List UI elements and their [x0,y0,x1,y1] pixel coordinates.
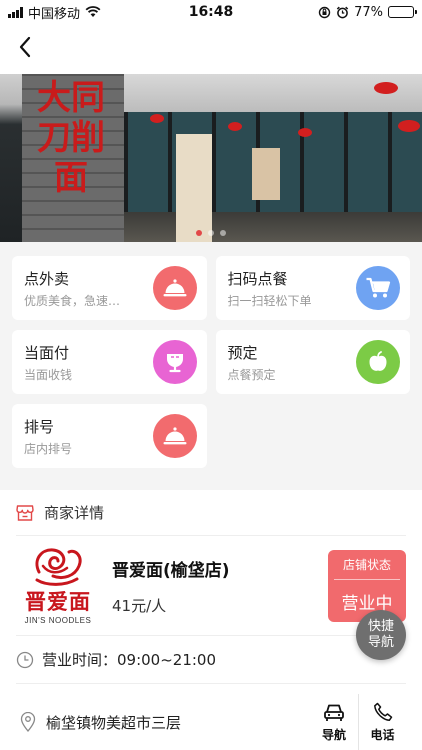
carousel-dot[interactable] [220,230,226,236]
service-tile[interactable]: 预定 点餐预定 [215,330,410,394]
carousel-dot[interactable] [208,230,214,236]
merchant-price: 41元/人 [112,596,167,615]
service-tile[interactable]: 点外卖优质美食，急速… [12,256,207,320]
lantern-decoration [298,128,312,137]
business-hours: 营业时间：09:00~21:00 [16,636,406,684]
service-title: 预定 [227,343,258,362]
service-text: 预定 点餐预定 [228,342,276,383]
apple-icon [356,340,400,384]
address-text: 榆垡镇物美超市三层 [46,713,182,732]
lantern-decoration [150,114,164,123]
clock-icon [16,651,34,668]
service-tile[interactable]: 扫码点餐扫一扫轻松下单 [215,256,410,320]
service-title: 点外卖 [24,269,70,288]
wifi-icon [85,6,101,17]
service-subtitle: 优质美食，急速… [24,293,121,308]
service-text: 排号 店内排号 [24,416,72,457]
service-subtitle: 点餐预定 [227,367,276,382]
back-button[interactable] [18,35,32,63]
service-text: 当面付 当面收钱 [24,342,72,383]
battery-icon [388,6,417,18]
status-right: 77% [318,4,417,20]
store-icon [16,504,34,521]
navigate-button[interactable]: 导航 [310,694,358,750]
merchant-text: 晋爱面(榆垡店) 41元/人 [112,556,230,616]
cloche-icon [152,414,197,458]
orientation-lock-icon [318,6,331,18]
cloche-icon [152,266,197,310]
carousel-dot[interactable] [196,230,202,236]
store-status-label: 店铺状态 [334,550,400,580]
address[interactable]: 榆垡镇物美超市三层 [16,712,310,733]
merchant-section-title: 商家详情 [44,504,105,522]
quick-nav-label: 快捷 导航 [367,619,394,650]
logo-text-en: JIN'S NOODLES [24,616,92,625]
carrier-name: 中国移动 [28,6,81,22]
merchant-header: 商家详情 [16,490,406,536]
alarm-icon [336,6,349,18]
call-label: 电话 [370,727,395,742]
service-subtitle: 扫一扫轻松下单 [227,293,312,308]
contact-actions: 导航 电话 [310,694,406,750]
lantern-decoration [374,82,398,94]
banner-sign-text: 大同刀削面 [37,78,105,198]
service-tile[interactable]: 当面付 当面收钱 [12,330,207,394]
service-title: 扫码点餐 [227,269,288,288]
banner-poster [176,134,212,242]
service-text: 点外卖优质美食，急速… [24,268,120,309]
merchant-name: 晋爱面(榆垡店) [112,560,230,581]
logo-mark-icon [35,548,82,586]
location-pin-icon [20,712,36,732]
logo-text-cn: 晋爱面 [25,589,91,614]
service-text: 扫码点餐扫一扫轻松下单 [228,268,312,309]
merchant-details: 商家详情 晋爱面 JIN'S NOODLES 晋爱面(榆垡店) 41元/人 店铺… [0,490,422,750]
store-status-value: 营业中 [341,594,393,614]
navigate-label: 导航 [321,727,346,742]
service-title: 排号 [24,417,55,436]
quick-nav-button[interactable]: 快捷 导航 [356,610,406,660]
lantern-decoration [228,122,242,131]
merchant-info: 晋爱面 JIN'S NOODLES 晋爱面(榆垡店) 41元/人 店铺状态 营业… [16,536,406,636]
banner-floor [124,212,422,242]
signal-icon [8,6,23,18]
lantern-decoration [398,120,420,132]
merchant-logo: 晋爱面 JIN'S NOODLES [20,546,96,625]
nav-bar [0,24,422,74]
car-icon [324,704,344,721]
store-banner[interactable]: 大同刀削面 [0,74,422,242]
phone-icon [373,702,392,721]
service-tile[interactable]: 排号 店内排号 [12,404,207,468]
address-row: 榆垡镇物美超市三层 导航 电话 [16,684,406,750]
service-subtitle: 当面收钱 [24,367,73,382]
service-grid: 点外卖优质美食，急速… 扫码点餐扫一扫轻松下单当面付当面收钱 预定点餐预定排号店内排… [0,242,422,468]
service-subtitle: 店内排号 [24,441,73,456]
store-status-badge: 店铺状态 营业中 [328,550,406,622]
status-left: 中国移动 [8,3,101,22]
chevron-left-icon [19,36,31,58]
status-bar: 中国移动 16:48 77% [0,0,422,24]
battery-percent: 77% [354,4,383,20]
business-hours-text: 营业时间：09:00~21:00 [42,651,217,669]
banner-poster [252,148,280,200]
service-title: 当面付 [24,343,70,362]
call-button[interactable]: 电话 [358,694,406,750]
cart-icon [356,266,400,310]
banner-ceiling [124,74,422,112]
carousel-indicator [0,230,422,236]
cup-icon [152,340,197,384]
